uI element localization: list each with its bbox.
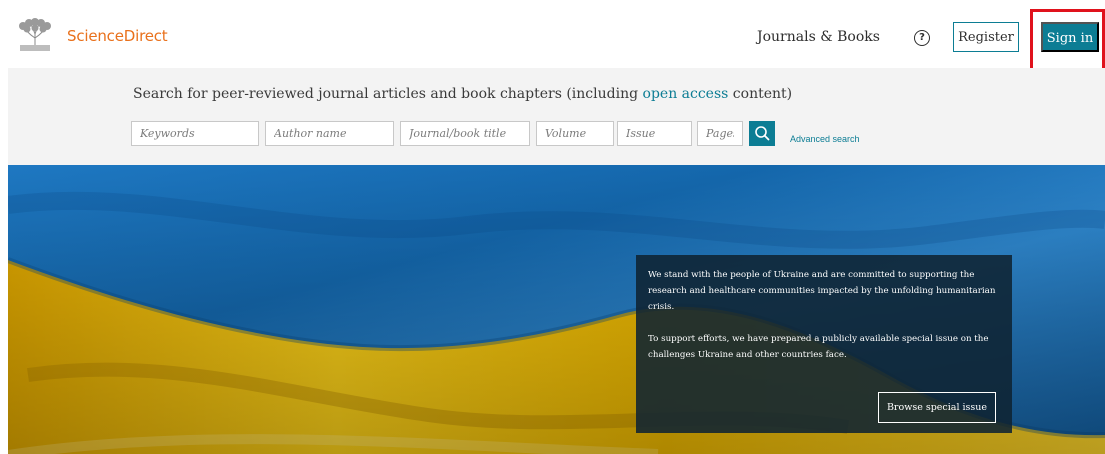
search-intro-text: Search for peer-reviewed journal article… (133, 86, 792, 102)
search-button[interactable] (749, 121, 775, 146)
pages-input[interactable] (697, 121, 743, 146)
author-name-input[interactable] (265, 121, 394, 146)
keywords-input[interactable] (131, 121, 259, 146)
search-icon (755, 126, 770, 141)
sign-in-button[interactable]: Sign in (1041, 22, 1099, 52)
elsevier-logo-icon[interactable] (15, 18, 55, 52)
brand-name[interactable]: ScienceDirect (67, 27, 168, 45)
notice-paragraph-2: To support efforts, we have prepared a p… (648, 334, 989, 360)
advanced-search-link[interactable]: Advanced search (790, 134, 860, 144)
notice-paragraph-1: We stand with the people of Ukraine and … (648, 270, 996, 312)
search-panel (8, 68, 1105, 165)
search-intro-before: Search for peer-reviewed journal article… (133, 86, 643, 102)
issue-input[interactable] (617, 121, 692, 146)
site-header: ScienceDirect Journals & Books ? Registe… (0, 0, 1105, 72)
help-icon[interactable]: ? (914, 30, 930, 46)
journals-books-link[interactable]: Journals & Books (757, 29, 880, 45)
search-intro-after: content) (728, 86, 793, 102)
volume-input[interactable] (536, 121, 614, 146)
browse-special-issue-button[interactable]: Browse special issue (878, 392, 996, 423)
journal-title-input[interactable] (400, 121, 530, 146)
open-access-link[interactable]: open access (643, 86, 729, 102)
register-button[interactable]: Register (953, 22, 1019, 52)
